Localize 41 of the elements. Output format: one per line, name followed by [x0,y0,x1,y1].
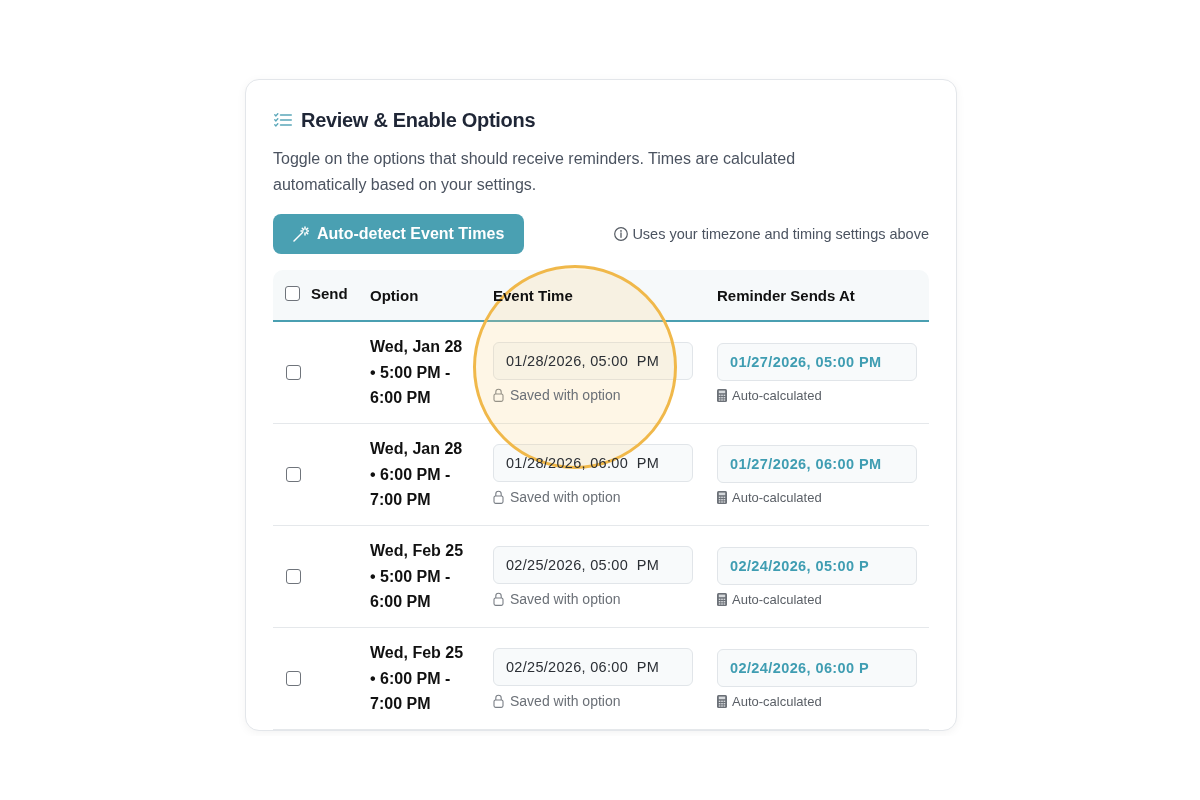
saved-note: Saved with option [510,489,621,505]
calculator-icon [717,694,727,708]
reminder-time-field: 01/27/2026, 05:00 PM [717,342,917,381]
calculator-icon [717,490,727,504]
saved-note: Saved with option [510,693,621,709]
saved-note: Saved with option [510,591,621,607]
row-checkbox[interactable] [286,467,301,482]
column-header: Option [370,286,419,304]
auto-calculated-note: Auto-calculated [732,591,822,607]
info-icon [614,227,629,241]
lock-icon [493,490,504,504]
option-label: Wed, Feb 25 • 5:00 PM - 6:00 PM [370,541,465,613]
auto-calculated-note: Auto-calculated [732,489,822,505]
row-checkbox[interactable] [286,671,301,686]
lock-icon [493,592,504,606]
auto-calculated-note: Auto-calculated [732,693,822,709]
checklist-icon [274,113,292,127]
magic-wand-icon [293,226,309,242]
select-all-checkbox[interactable] [285,285,300,301]
option-label: Wed, Jan 28 • 5:00 PM - 6:00 PM [370,337,464,409]
column-header: Send [311,284,348,302]
event-time-field[interactable]: 02/25/2026, 05:00 PM [493,546,693,584]
section-description: Toggle on the options that should receive reminders. Times are calculated automatically based on your settings. [273,149,797,195]
option-label: Wed, Jan 28 • 6:00 PM - 7:00 PM [370,439,464,511]
auto-calculated-note: Auto-calculated [732,387,822,403]
event-time-field[interactable]: 02/25/2026, 06:00 PM [493,648,693,686]
row-checkbox[interactable] [286,365,301,380]
hint-text: Uses your timezone and timing settings above [632,226,929,242]
event-time-field[interactable]: 01/28/2026, 05:00 PM [493,342,693,380]
column-header: Reminder Sends At [717,286,855,304]
saved-note: Saved with option [510,387,621,403]
reminder-time-field: 02/24/2026, 06:00 P [717,648,917,687]
reminder-time-field: 01/27/2026, 06:00 PM [717,444,917,483]
lock-icon [493,388,504,402]
section-title: Review & Enable Options [301,108,536,132]
lock-icon [493,694,504,708]
reminder-time-field: 02/24/2026, 05:00 P [717,546,917,585]
row-checkbox[interactable] [286,569,301,584]
calculator-icon [717,592,727,606]
option-label: Wed, Feb 25 • 6:00 PM - 7:00 PM [370,643,465,715]
calculator-icon [717,388,727,402]
